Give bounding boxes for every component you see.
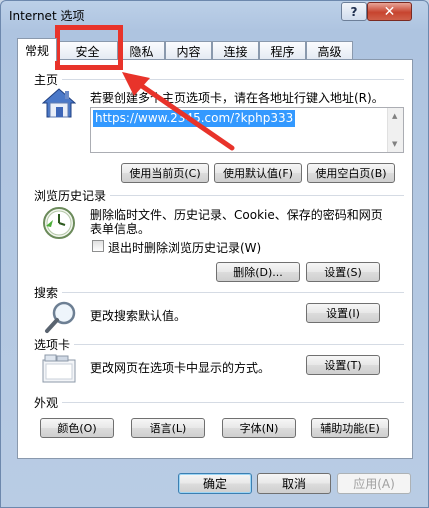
- search-section-title: 搜索: [34, 284, 63, 301]
- divider: [62, 79, 404, 80]
- scroll-down-arrow-icon[interactable]: ▼: [392, 140, 397, 148]
- divider: [74, 344, 404, 345]
- use-default-button[interactable]: 使用默认值(F): [214, 163, 302, 183]
- home-section-title: 主页: [34, 71, 63, 88]
- help-button[interactable]: ?: [341, 2, 367, 21]
- general-tab-panel: 主页 若要创建多个主页选项卡，请在各地址行键入地址(R)。 https://ww…: [17, 59, 413, 459]
- annotation-highlight-box: [55, 25, 123, 70]
- home-description: 若要创建多个主页选项卡，请在各地址行键入地址(R)。: [90, 91, 384, 105]
- clock-icon: [42, 206, 76, 243]
- history-section-title: 浏览历史记录: [34, 187, 111, 204]
- tab-general[interactable]: 常规: [17, 38, 57, 61]
- delete-on-exit-label: 退出时删除浏览历史记录(W): [108, 241, 262, 255]
- colors-button[interactable]: 颜色(O): [40, 418, 114, 438]
- divider: [62, 292, 404, 293]
- ok-button[interactable]: 确定: [178, 473, 252, 494]
- divider: [62, 402, 404, 403]
- tabs-settings-button[interactable]: 设置(T): [306, 355, 380, 375]
- internet-options-window: Internet 选项 ? ✕ 常规 安全 隐私 内容 连接 程序 高级 主页 …: [0, 0, 429, 508]
- tabs-section-title: 选项卡: [34, 336, 75, 353]
- appearance-section-title: 外观: [34, 394, 63, 411]
- delete-on-exit-checkbox[interactable]: [92, 240, 104, 252]
- history-settings-button[interactable]: 设置(S): [306, 262, 380, 282]
- languages-button[interactable]: 语言(L): [131, 418, 205, 438]
- home-icon: [41, 88, 77, 121]
- use-blank-button[interactable]: 使用空白页(B): [307, 163, 395, 183]
- home-page-url: https://www.2345.com/?kphp333: [93, 110, 296, 127]
- search-description: 更改搜索默认值。: [90, 309, 187, 323]
- url-field-scrollbar[interactable]: ▲ ▼: [387, 108, 403, 152]
- tab-privacy[interactable]: 隐私: [118, 41, 165, 60]
- home-page-url-field[interactable]: https://www.2345.com/?kphp333 ▲ ▼: [90, 107, 404, 153]
- tab-programs[interactable]: 程序: [259, 41, 306, 60]
- apply-button[interactable]: 应用(A): [337, 473, 411, 494]
- close-button[interactable]: ✕: [367, 2, 412, 21]
- tab-advanced[interactable]: 高级: [306, 41, 353, 60]
- tabs-description: 更改网页在选项卡中显示的方式。: [90, 361, 271, 375]
- tab-content[interactable]: 内容: [165, 41, 212, 60]
- search-settings-button[interactable]: 设置(I): [306, 303, 380, 323]
- use-current-button[interactable]: 使用当前页(C): [121, 163, 209, 183]
- delete-history-button[interactable]: 删除(D)...: [216, 262, 300, 282]
- cancel-button[interactable]: 取消: [257, 473, 331, 494]
- magnifier-icon: [44, 300, 78, 337]
- tabs-icon: [42, 354, 76, 387]
- fonts-button[interactable]: 字体(N): [222, 418, 296, 438]
- accessibility-button[interactable]: 辅助功能(E): [311, 418, 389, 438]
- window-title: Internet 选项: [9, 9, 85, 23]
- scroll-up-arrow-icon[interactable]: ▲: [392, 112, 397, 120]
- tab-connections[interactable]: 连接: [212, 41, 259, 60]
- history-description-line-2: 表单信息。: [90, 222, 151, 236]
- divider: [110, 195, 404, 196]
